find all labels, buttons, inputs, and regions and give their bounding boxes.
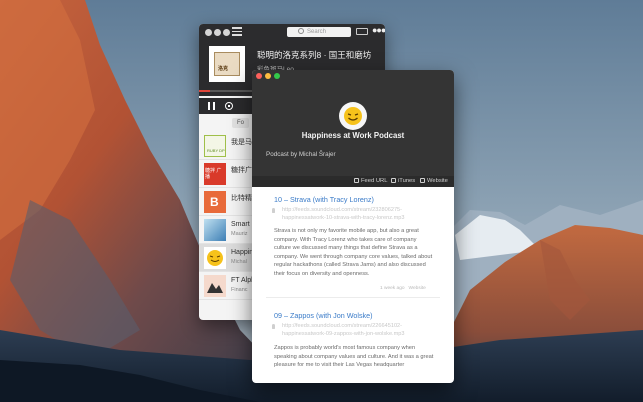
podcast-thumbnail: B — [204, 191, 226, 213]
episode-age: 1 week ago — [380, 286, 405, 291]
website-link[interactable]: Website — [420, 178, 448, 184]
podcast-thumbnail — [204, 275, 226, 297]
thumbnail-label: RUBY DP — [207, 148, 225, 153]
episode-description: Strava is not only my favorite mobile ap… — [274, 228, 433, 277]
smile-icon — [339, 102, 367, 130]
stop-icon[interactable] — [225, 102, 233, 110]
minimize-window-button[interactable] — [265, 73, 271, 79]
podcast-thumbnail: 糖拌 广播 — [204, 163, 226, 185]
podcast-author: Michal — [231, 259, 247, 265]
search-placeholder: Search — [307, 29, 327, 35]
close-window-button[interactable] — [256, 73, 262, 79]
podcast-author: Financ — [231, 287, 248, 293]
podcast-header: Happiness at Work Podcast Podcast by Mic… — [252, 70, 454, 176]
episode-url[interactable]: http://feeds.soundcloud.com/stream/22664… — [272, 323, 439, 338]
podcast-detail-window: Happiness at Work Podcast Podcast by Mic… — [252, 70, 454, 383]
now-playing-artwork: 洛克 — [209, 46, 245, 82]
episode-url[interactable]: http://feeds.soundcloud.com/stream/23280… — [272, 207, 439, 222]
episode-divider — [266, 297, 440, 298]
podcast-thumbnail: RUBY DP — [204, 135, 226, 157]
podcast-name: 我是马 — [231, 139, 252, 146]
podcast-author: Mauriz — [231, 231, 248, 237]
podcast-author: Podcast by Michal Šrajer — [266, 151, 336, 158]
feed-url-link[interactable]: Feed URL — [354, 178, 387, 184]
podcast-name: Happin — [231, 249, 254, 256]
podcast-name: Smart — [231, 221, 250, 228]
podcast-title: Happiness at Work Podcast — [301, 131, 405, 140]
search-input[interactable]: Search — [287, 27, 351, 37]
podcast-name: 比特精 — [231, 195, 252, 202]
now-playing-title: 聪明的洛克系列8 · 国王和磨坊 — [257, 50, 372, 60]
episode-website-link[interactable]: Website — [409, 286, 426, 291]
playback-progress-fill — [199, 90, 211, 92]
zoom-window-button[interactable] — [223, 29, 230, 36]
podcast-name: 糖拌广 — [231, 167, 252, 174]
thumbnail-label: 糖拌 广播 — [205, 168, 222, 180]
smile-icon — [204, 247, 226, 269]
itunes-icon — [391, 178, 396, 183]
podcast-thumbnail — [204, 219, 226, 241]
pause-icon[interactable] — [208, 102, 215, 110]
search-icon — [298, 28, 304, 34]
pin-icon — [272, 324, 275, 329]
artwork-label: 洛克 — [218, 66, 229, 72]
globe-icon — [420, 178, 425, 183]
pin-icon — [272, 208, 275, 213]
itunes-link[interactable]: iTunes — [391, 178, 415, 184]
more-options-icon[interactable]: ●●● — [372, 25, 385, 35]
episode-description: Zappos is probably world's most famous c… — [274, 345, 434, 369]
episode-title[interactable]: 10 – Strava (with Tracy Lorenz) — [274, 195, 374, 204]
episode-meta: 1 week ago Website — [380, 286, 426, 291]
close-window-button[interactable] — [205, 29, 212, 36]
tab-following[interactable]: Fo — [232, 118, 250, 128]
zoom-window-button[interactable] — [274, 73, 280, 79]
rss-icon — [354, 178, 359, 183]
player-toolbar: Search ●●● — [199, 24, 385, 40]
episode-title[interactable]: 09 – Zappos (with Jon Wolske) — [274, 311, 373, 320]
podcast-links-bar: Feed URL iTunes Website — [252, 176, 454, 187]
minimize-window-button[interactable] — [214, 29, 221, 36]
thumbnail-label: B — [210, 195, 219, 209]
mini-player-icon[interactable] — [356, 28, 368, 35]
list-menu-icon[interactable] — [232, 27, 242, 37]
